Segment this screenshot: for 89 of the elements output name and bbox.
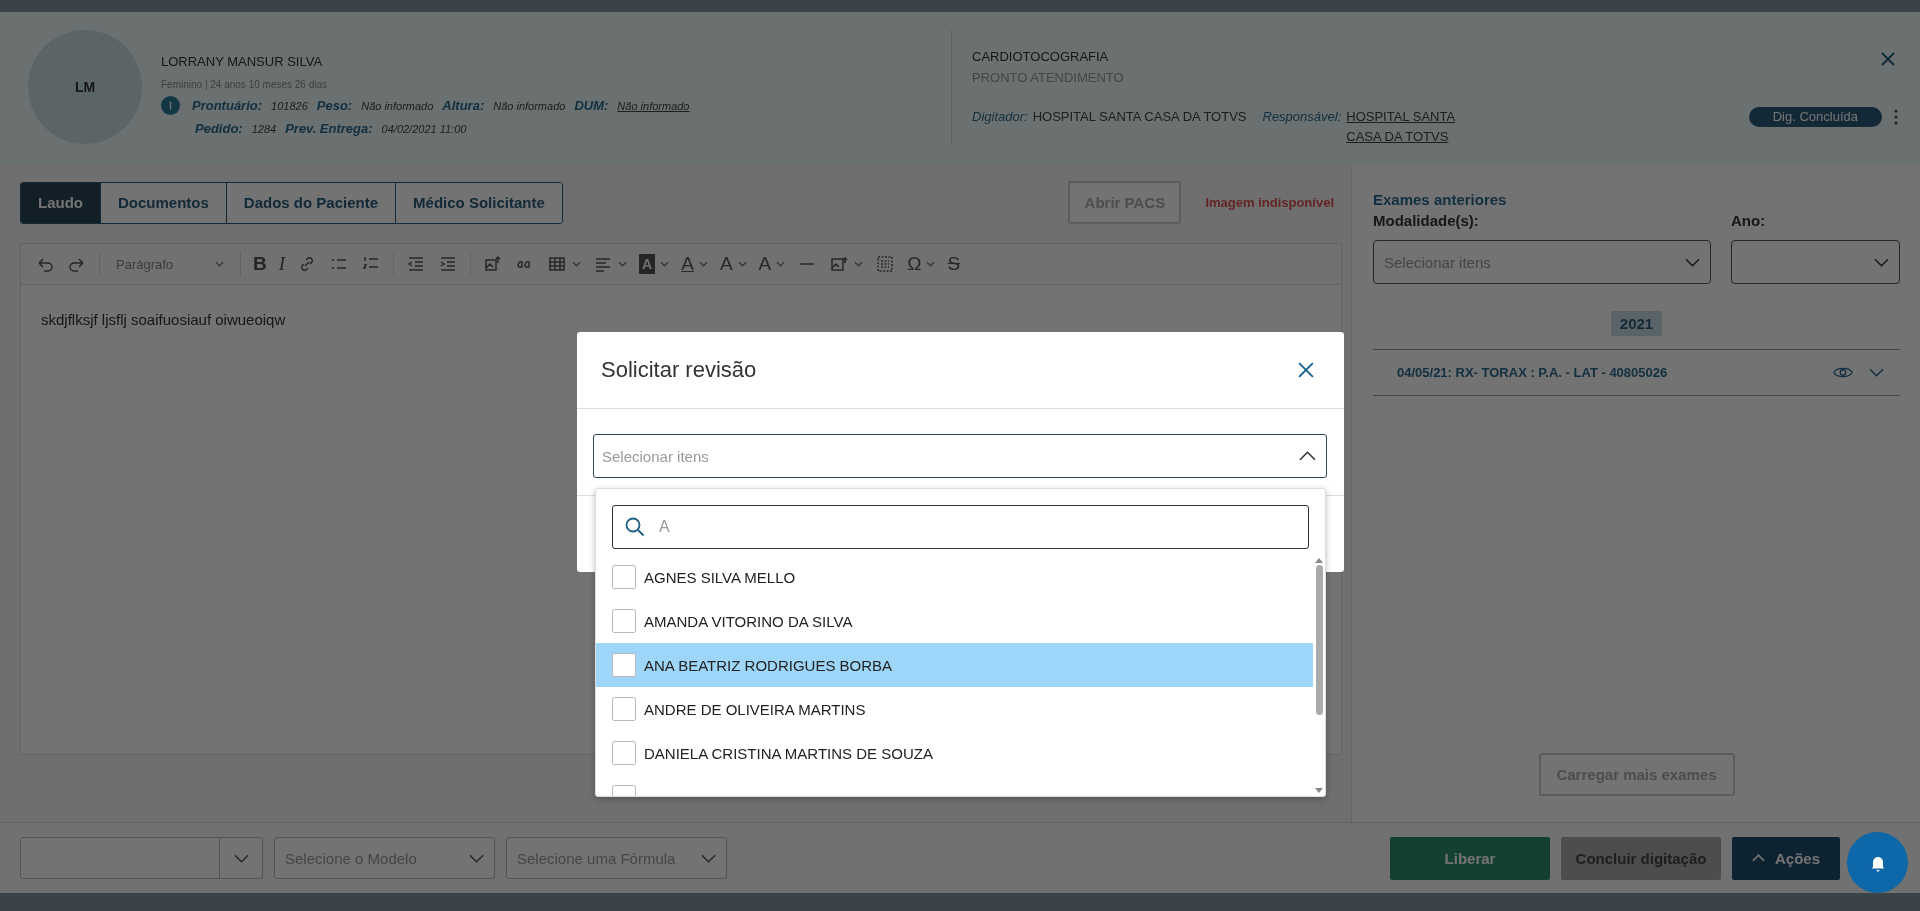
- field-label: Altura:: [442, 98, 485, 113]
- caret-icon: [854, 261, 864, 267]
- option-row[interactable]: ANA BEATRIZ RODRIGUES BORBA: [596, 643, 1313, 687]
- option-row[interactable]: AGNES SILVA MELLO: [596, 555, 1313, 599]
- bold-button[interactable]: B: [249, 254, 271, 274]
- avatar: LM: [28, 30, 142, 144]
- font-family-button[interactable]: A: [715, 254, 751, 274]
- option-label: ANA BEATRIZ RODRIGUES BORBA: [644, 656, 893, 674]
- field-value: 1284: [251, 122, 277, 135]
- option-label: AMANDA VITORINO DA SILVA: [644, 612, 853, 630]
- field-value: 101826: [271, 99, 308, 112]
- field-label: Ano:: [1731, 212, 1767, 229]
- chevron-icon: [1874, 257, 1889, 267]
- info-icon[interactable]: [161, 96, 180, 115]
- option-row[interactable]: DANIELA CRISTINA MARTINS DE SOUZA: [596, 731, 1313, 775]
- field-value: HOSPITAL SANTA CASA DA TOTVS: [1032, 108, 1247, 126]
- chevron-icon: [1685, 257, 1700, 267]
- chevron-icon: [233, 853, 249, 863]
- field-value: 04/02/2021 11:00: [381, 122, 467, 135]
- year-select[interactable]: [1731, 240, 1900, 284]
- dropdown[interactable]: [20, 837, 263, 879]
- caret-icon: [572, 261, 582, 267]
- checkbox[interactable]: [612, 565, 636, 589]
- font-color-button[interactable]: A: [677, 254, 712, 274]
- font-size-button[interactable]: A: [754, 254, 790, 274]
- special-character-button[interactable]: Ω: [903, 254, 940, 274]
- strikethrough-button[interactable]: S: [943, 254, 965, 274]
- report-text[interactable]: skdjflksjf ljsflj soaifuosiauf oiwueoiqw: [21, 285, 306, 354]
- option-row[interactable]: ANDRE DE OLIVEIRA MARTINS: [596, 687, 1313, 731]
- option-label: DANIELA CRISTINA MARTINS DE SOUZA: [644, 744, 933, 762]
- actions-menu-button[interactable]: Ações: [1732, 836, 1840, 880]
- image-unavailable-message: Imagem indisponível: [1205, 195, 1334, 210]
- search-icon: [625, 517, 645, 537]
- field-label: Prontuário:: [192, 98, 263, 113]
- search-field[interactable]: A: [612, 505, 1309, 549]
- field-link[interactable]: HOSPITAL SANTA CASA DA TOTVS: [1346, 107, 1472, 147]
- caret-icon: [737, 261, 747, 267]
- chevron-up-icon: [1752, 854, 1765, 862]
- field-label: Pedido:: [195, 121, 243, 136]
- checkbox[interactable]: [612, 653, 636, 677]
- caret-icon: [698, 261, 708, 267]
- action-button[interactable]: Liberar: [1390, 836, 1550, 880]
- field-value: Não informado: [493, 99, 566, 112]
- field-link[interactable]: Não informado: [617, 99, 690, 112]
- field-label: Peso:: [316, 98, 353, 113]
- checkbox[interactable]: [612, 697, 636, 721]
- year-group-label: 2021: [1610, 311, 1663, 336]
- tab[interactable]: Laudo: [21, 182, 101, 223]
- field-label: DUM:: [574, 98, 609, 113]
- highlight-button[interactable]: A: [635, 254, 674, 274]
- checkbox[interactable]: [612, 609, 636, 633]
- field-label: Responsável:: [1262, 108, 1342, 126]
- field-label: Prev. Entrega:: [285, 121, 373, 136]
- eye-icon[interactable]: [1833, 366, 1853, 379]
- field-label: Digitador:: [972, 108, 1028, 126]
- chevron-icon: [469, 853, 484, 863]
- reviewer-select[interactable]: Selecionar itens: [593, 434, 1327, 478]
- option-row[interactable]: AMANDA VITORINO DA SILVA: [596, 599, 1313, 643]
- exam-item[interactable]: 04/05/21: RX- TORAX : P.A. - LAT - 40805026: [1397, 365, 1817, 380]
- caret-icon: [215, 261, 224, 267]
- caret-icon: [618, 261, 628, 267]
- table-icon[interactable]: [547, 254, 568, 274]
- tab[interactable]: Dados do Paciente: [226, 182, 397, 223]
- option-label: AGNES SILVA MELLO: [644, 568, 796, 586]
- patient-name: LORRANY MANSUR SILVA: [161, 54, 324, 69]
- section-title: Exames anteriores: [1373, 191, 1507, 208]
- select-all-icon[interactable]: [875, 254, 896, 274]
- checkbox[interactable]: [612, 741, 636, 765]
- scroll-down-icon[interactable]: [1315, 788, 1323, 794]
- option-label: ANDRE DE OLIVEIRA MARTINS: [644, 700, 866, 718]
- chevron-icon: [701, 853, 716, 863]
- exam-name: CARDIOTOCOGRAFIA: [972, 49, 1110, 64]
- field-value: Não informado: [361, 99, 434, 112]
- image-insert-icon[interactable]: [829, 254, 850, 274]
- status-badge: Dig. Concluída: [1748, 107, 1882, 127]
- tab[interactable]: Documentos: [101, 182, 227, 223]
- close-icon[interactable]: [1298, 362, 1314, 378]
- more-options-icon[interactable]: [1894, 109, 1898, 125]
- chevron-icon[interactable]: [1869, 368, 1884, 377]
- chevron-icon: [1299, 451, 1316, 461]
- close-icon[interactable]: [1881, 52, 1895, 66]
- caret-icon: [776, 261, 786, 267]
- caret-icon: [926, 261, 936, 267]
- italic-button[interactable]: I: [274, 254, 290, 274]
- field-label: Modalidade(s):: [1373, 212, 1480, 229]
- dialog-title: Solicitar revisão: [601, 357, 758, 383]
- scroll-up-icon[interactable]: [1315, 557, 1323, 563]
- tab[interactable]: Médico Solicitante: [396, 182, 562, 223]
- caret-icon: [660, 261, 670, 267]
